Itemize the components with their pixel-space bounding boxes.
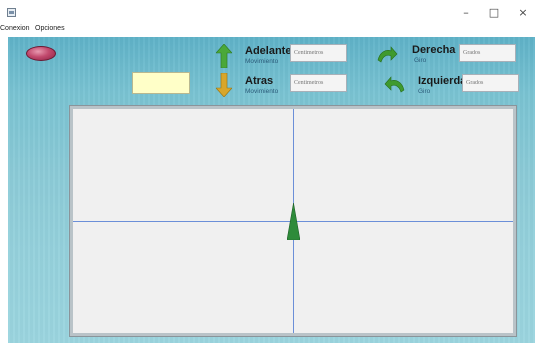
arrow-down-icon[interactable] <box>216 73 232 97</box>
menu-bar: Conexion Opciones <box>0 24 543 36</box>
backward-label: Atras <box>245 75 274 87</box>
main-panel: Adelante Movimiento Atras Movimiento Der… <box>8 37 535 343</box>
left-turn-label: Izquierda <box>418 75 467 87</box>
app-icon <box>7 8 16 17</box>
canvas-frame <box>69 105 517 337</box>
robot-icon <box>287 203 300 240</box>
drawing-canvas[interactable] <box>73 109 513 333</box>
title-bar: – □ × <box>0 0 543 26</box>
menu-opciones[interactable]: Opciones <box>35 25 65 32</box>
right-turn-sublabel: Giro <box>414 57 427 64</box>
left-turn-sublabel: Giro <box>418 88 431 95</box>
maximize-button[interactable]: □ <box>484 6 504 20</box>
menu-conexion[interactable]: Conexion <box>0 25 30 32</box>
forward-sublabel: Movimiento <box>245 58 279 65</box>
right-turn-degrees-input[interactable] <box>459 44 516 62</box>
backward-distance-input[interactable] <box>290 74 347 92</box>
forward-distance-input[interactable] <box>290 44 347 62</box>
close-button[interactable]: × <box>513 6 533 20</box>
backward-sublabel: Movimiento <box>245 88 279 95</box>
forward-label: Adelante <box>245 45 292 57</box>
left-turn-degrees-input[interactable] <box>462 74 519 92</box>
right-turn-label: Derecha <box>412 44 456 56</box>
status-display <box>132 72 190 94</box>
turn-right-icon[interactable] <box>376 44 398 66</box>
turn-left-icon[interactable] <box>384 74 406 96</box>
minimize-button[interactable]: – <box>456 6 476 20</box>
connection-status-icon[interactable] <box>26 46 56 61</box>
arrow-up-icon[interactable] <box>216 44 232 68</box>
